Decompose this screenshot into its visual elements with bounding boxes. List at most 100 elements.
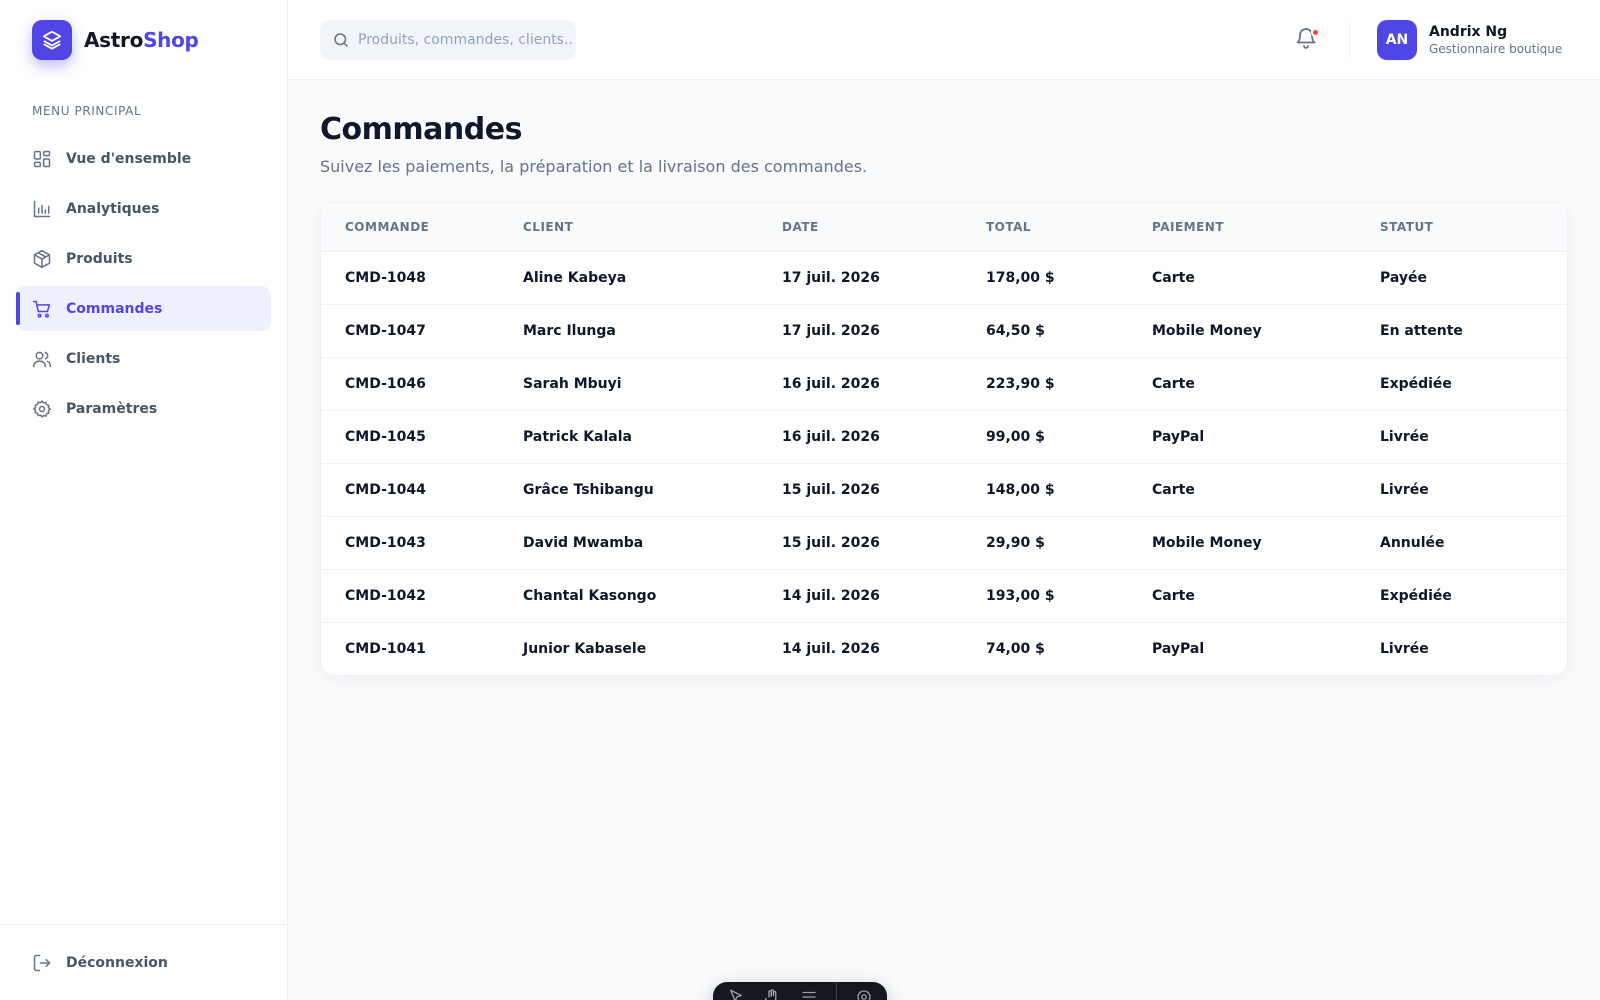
orders-table: COMMANDE CLIENT DATE TOTAL PAIEMENT STAT…	[321, 203, 1567, 675]
menu-icon	[801, 991, 816, 998]
table-row[interactable]: CMD-1045 Patrick Kalala 16 juil. 2026 99…	[321, 409, 1567, 463]
order-id: CMD-1046	[321, 356, 523, 410]
table-header-row: COMMANDE CLIENT DATE TOTAL PAIEMENT STAT…	[321, 203, 1567, 252]
header-divider	[1349, 22, 1350, 58]
page-subtitle: Suivez les paiements, la préparation et …	[320, 157, 868, 176]
app-shell: AstroShop MENU PRINCIPAL Vue d'ensemble …	[0, 0, 1600, 1000]
column-header-status[interactable]: STATUT	[1380, 203, 1567, 252]
users-icon	[32, 351, 52, 367]
order-date: 14 juil. 2026	[782, 568, 986, 622]
user-info: Andrix Ng Gestionnaire boutique	[1429, 24, 1562, 56]
orders-table-card: COMMANDE CLIENT DATE TOTAL PAIEMENT STAT…	[320, 202, 1568, 676]
logout-button[interactable]: Déconnexion	[32, 953, 168, 973]
order-total: 99,00 $	[986, 409, 1152, 463]
sidebar-item-settings[interactable]: Paramètres	[16, 386, 271, 431]
logout-icon	[33, 954, 51, 972]
table-row[interactable]: CMD-1043 David Mwamba 15 juil. 2026 29,9…	[321, 515, 1567, 569]
pointer-tool-button[interactable]	[727, 988, 745, 1000]
order-id: CMD-1042	[321, 568, 523, 622]
menu-button[interactable]	[800, 988, 818, 1000]
order-id: CMD-1044	[321, 462, 523, 516]
sidebar-item-clients[interactable]: Clients	[16, 336, 271, 381]
order-client: Patrick Kalala	[523, 409, 782, 463]
floating-toolbar	[713, 982, 887, 1000]
toolbar-settings-button[interactable]	[855, 988, 873, 1000]
order-client: Marc Ilunga	[523, 303, 782, 357]
order-total: 223,90 $	[986, 356, 1152, 410]
main-content: Commandes Suivez les paiements, la prépa…	[320, 80, 1568, 676]
sidebar-item-label: Clients	[66, 350, 121, 367]
order-date: 17 juil. 2026	[782, 269, 880, 286]
order-status: En attente	[1380, 303, 1567, 357]
search-box[interactable]	[320, 20, 576, 60]
order-status: Livrée	[1380, 409, 1567, 463]
dashboard-icon	[33, 150, 51, 167]
sidebar-item-products[interactable]: Produits	[16, 236, 271, 281]
order-payment: Mobile Money	[1152, 303, 1380, 357]
page-title: Commandes	[320, 112, 522, 147]
sidebar-item-analytics[interactable]: Analytiques	[16, 186, 271, 231]
order-payment: Carte	[1152, 462, 1380, 516]
sidebar-item-overview[interactable]: Vue d'ensemble	[16, 136, 271, 181]
table-row[interactable]: CMD-1047 Marc Ilunga 17 juil. 2026 64,50…	[321, 303, 1567, 357]
order-date: 14 juil. 2026	[782, 621, 986, 675]
brand[interactable]: AstroShop	[32, 20, 199, 60]
order-client: Junior Kabasele	[523, 621, 782, 675]
order-payment: PayPal	[1152, 409, 1380, 463]
column-header-client[interactable]: CLIENT	[523, 203, 782, 252]
order-payment: Mobile Money	[1152, 515, 1380, 569]
order-total: 29,90 $	[986, 515, 1152, 569]
order-total: 64,50 $	[986, 303, 1152, 357]
order-id: CMD-1048	[345, 269, 426, 286]
sidebar-item-label: Analytiques	[66, 200, 160, 217]
sidebar-item-label: Paramètres	[66, 400, 158, 417]
sidebar-item-label: Commandes	[66, 300, 163, 317]
table-row[interactable]: CMD-1044 Grâce Tshibangu 15 juil. 2026 1…	[321, 462, 1567, 516]
order-date: 16 juil. 2026	[782, 356, 986, 410]
user-menu[interactable]: AN Andrix Ng Gestionnaire boutique	[1377, 20, 1562, 60]
order-status: Livrée	[1380, 462, 1567, 516]
table-row[interactable]: CMD-1041 Junior Kabasele 14 juil. 2026 7…	[321, 621, 1567, 675]
order-status: Payée	[1380, 269, 1428, 286]
order-status: Expédiée	[1380, 356, 1567, 410]
order-id: CMD-1045	[321, 409, 523, 463]
sidebar-item-orders[interactable]: Commandes	[16, 286, 271, 331]
cart-icon	[32, 300, 51, 318]
layers-icon	[32, 20, 72, 60]
sidebar-footer: Déconnexion	[0, 924, 287, 1000]
sidebar-item-label: Produits	[66, 250, 133, 267]
order-date: 17 juil. 2026	[782, 303, 986, 357]
sidebar-item-label: Vue d'ensemble	[66, 150, 192, 167]
logout-label: Déconnexion	[66, 955, 168, 971]
order-id: CMD-1041	[321, 621, 523, 675]
column-header-date[interactable]: DATE	[782, 203, 986, 252]
order-payment: PayPal	[1152, 621, 1380, 675]
order-date: 15 juil. 2026	[782, 462, 986, 516]
avatar: AN	[1377, 20, 1417, 60]
order-client: Chantal Kasongo	[523, 568, 782, 622]
order-id: CMD-1047	[321, 303, 523, 357]
top-header: AN Andrix Ng Gestionnaire boutique	[288, 0, 1600, 80]
order-payment: Carte	[1152, 269, 1195, 286]
hand-tool-button[interactable]	[763, 988, 781, 1000]
order-payment: Carte	[1152, 356, 1380, 410]
sidebar: AstroShop MENU PRINCIPAL Vue d'ensemble …	[0, 0, 288, 1000]
hand-icon	[764, 989, 777, 1000]
order-status: Livrée	[1380, 621, 1567, 675]
chart-icon	[33, 200, 51, 217]
search-input[interactable]	[358, 32, 573, 48]
order-total: 148,00 $	[986, 462, 1152, 516]
table-row[interactable]: CMD-1042 Chantal Kasongo 14 juil. 2026 1…	[321, 568, 1567, 622]
brand-name-part1: Astro	[84, 28, 144, 52]
order-client: David Mwamba	[523, 515, 782, 569]
table-row[interactable]: CMD-1048 Aline Kabeya 17 juil. 2026 178,…	[321, 251, 1567, 304]
table-row[interactable]: CMD-1046 Sarah Mbuyi 16 juil. 2026 223,9…	[321, 356, 1567, 410]
box-icon	[33, 249, 51, 268]
column-header-total[interactable]: TOTAL	[986, 203, 1152, 252]
column-header-payment[interactable]: PAIEMENT	[1152, 203, 1380, 252]
sidebar-nav: Vue d'ensemble Analytiques Produits Comm…	[16, 136, 271, 436]
order-status: Expédiée	[1380, 568, 1567, 622]
notifications-button[interactable]	[1294, 26, 1322, 54]
order-payment: Carte	[1152, 568, 1380, 622]
column-header-order[interactable]: COMMANDE	[321, 203, 523, 252]
